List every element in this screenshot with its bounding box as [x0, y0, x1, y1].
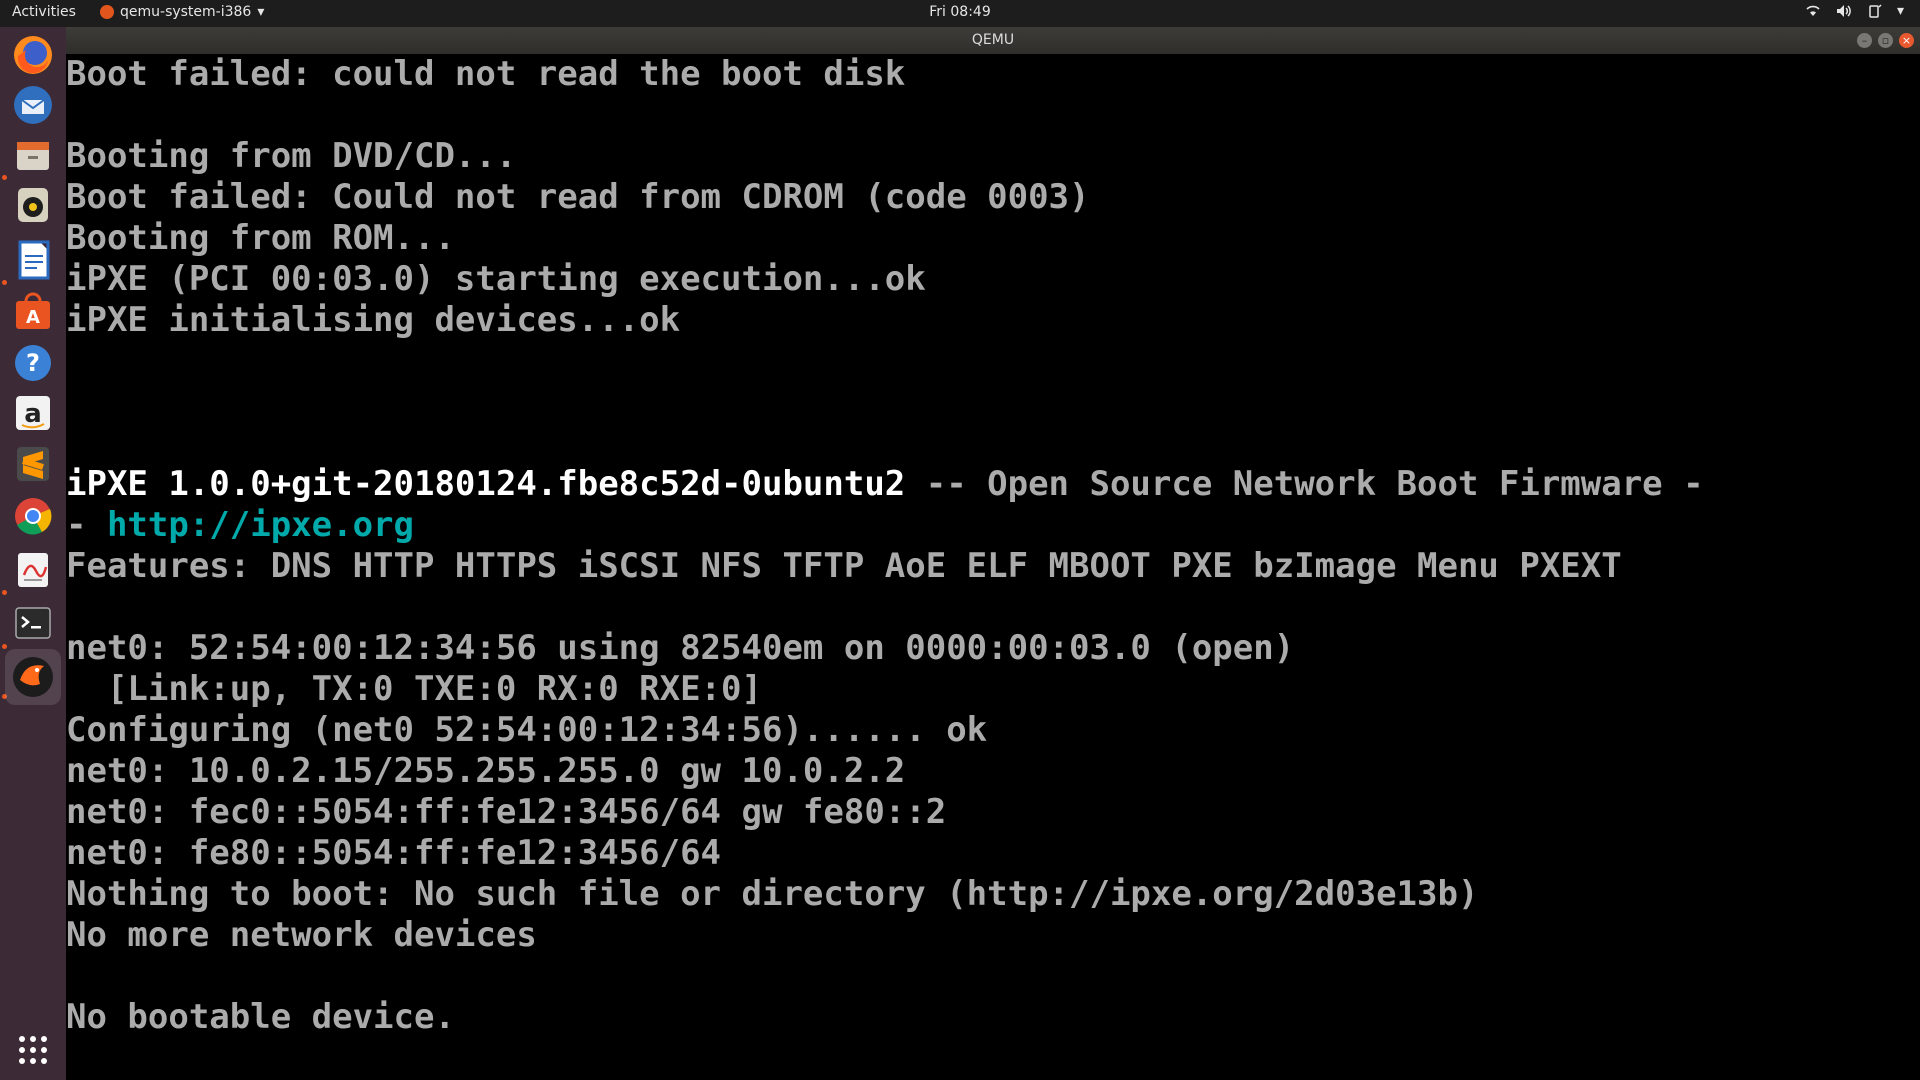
chrome-icon[interactable] — [10, 493, 56, 539]
running-indicator — [2, 175, 7, 180]
ipxe-url-link[interactable]: http://ipxe.org — [107, 505, 414, 545]
rhythmbox-icon[interactable] — [10, 182, 56, 228]
svg-text:A: A — [26, 307, 40, 328]
amazon-icon[interactable]: a — [10, 390, 56, 436]
sublime-text-icon[interactable] — [10, 441, 56, 487]
console-line: No more network devices — [66, 915, 537, 955]
minimize-button[interactable]: – — [1857, 33, 1872, 48]
svg-text:a: a — [24, 399, 42, 429]
running-indicator — [2, 280, 7, 285]
console-line: Nothing to boot: No such file or directo… — [66, 874, 1479, 914]
help-icon[interactable]: ? — [10, 340, 56, 386]
console-line: [Link:up, TX:0 TXE:0 RX:0 RXE:0] — [66, 669, 762, 709]
close-button[interactable]: × — [1899, 33, 1914, 48]
software-center-icon[interactable]: A — [10, 289, 56, 335]
running-indicator — [2, 644, 7, 649]
ipxe-version: iPXE 1.0.0+git-20180124.fbe8c52d-0ubuntu… — [66, 464, 906, 504]
qemu-console[interactable]: Boot failed: could not read the boot dis… — [66, 54, 1920, 1080]
thunderbird-icon[interactable] — [10, 82, 56, 128]
svg-text:?: ? — [26, 349, 40, 377]
line-continuation: - — [66, 505, 107, 545]
launcher: A ? a — [0, 27, 66, 1080]
console-line: Boot failed: could not read the boot dis… — [66, 54, 906, 94]
console-line: net0: 52:54:00:12:34:56 using 82540em on… — [66, 628, 1295, 668]
console-line: net0: fec0::5054:ff:fe12:3456/64 gw fe80… — [66, 792, 947, 832]
terminal-icon[interactable] — [10, 600, 56, 646]
window-title: QEMU — [971, 32, 1015, 48]
console-line: Boot failed: Could not read from CDROM (… — [66, 177, 1090, 217]
ipxe-tagline: -- Open Source Network Boot Firmware - — [905, 464, 1704, 504]
power-icon — [1869, 4, 1882, 18]
qemu-icon[interactable] — [5, 649, 61, 705]
document-viewer-icon[interactable] — [10, 547, 56, 593]
console-line: Configuring (net0 52:54:00:12:34:56)....… — [66, 710, 988, 750]
console-line: Booting from DVD/CD... — [66, 136, 517, 176]
files-icon[interactable] — [10, 132, 56, 178]
console-line: iPXE initialising devices...ok — [66, 300, 681, 340]
system-tray[interactable]: ▾ — [1805, 3, 1904, 19]
volume-icon — [1836, 5, 1851, 17]
console-line: iPXE (PCI 00:03.0) starting execution...… — [66, 259, 926, 299]
show-apps-icon[interactable] — [10, 1027, 56, 1073]
console-line: net0: 10.0.2.15/255.255.255.0 gw 10.0.2.… — [66, 751, 906, 791]
clock[interactable]: Fri 08:49 — [0, 4, 1920, 20]
ipxe-banner-line: iPXE 1.0.0+git-20180124.fbe8c52d-0ubuntu… — [66, 464, 1704, 504]
running-indicator — [2, 590, 7, 595]
system-menu-chevron-icon: ▾ — [1896, 3, 1904, 19]
firefox-icon[interactable] — [10, 32, 56, 78]
maximize-button[interactable]: ▫ — [1878, 33, 1893, 48]
console-line: No bootable device. — [66, 997, 455, 1037]
console-line: net0: fe80::5054:ff:fe12:3456/64 — [66, 833, 722, 873]
window-titlebar[interactable]: QEMU – ▫ × — [66, 27, 1920, 54]
console-line: Features: DNS HTTP HTTPS iSCSI NFS TFTP … — [66, 546, 1622, 586]
ipxe-url-line: - http://ipxe.org — [66, 505, 414, 545]
console-line: Booting from ROM... — [66, 218, 455, 258]
top-bar: Activities qemu-system-i386 ▾ Fri 08:49 … — [0, 0, 1920, 27]
wifi-icon — [1806, 5, 1820, 16]
writer-icon[interactable] — [10, 237, 56, 283]
